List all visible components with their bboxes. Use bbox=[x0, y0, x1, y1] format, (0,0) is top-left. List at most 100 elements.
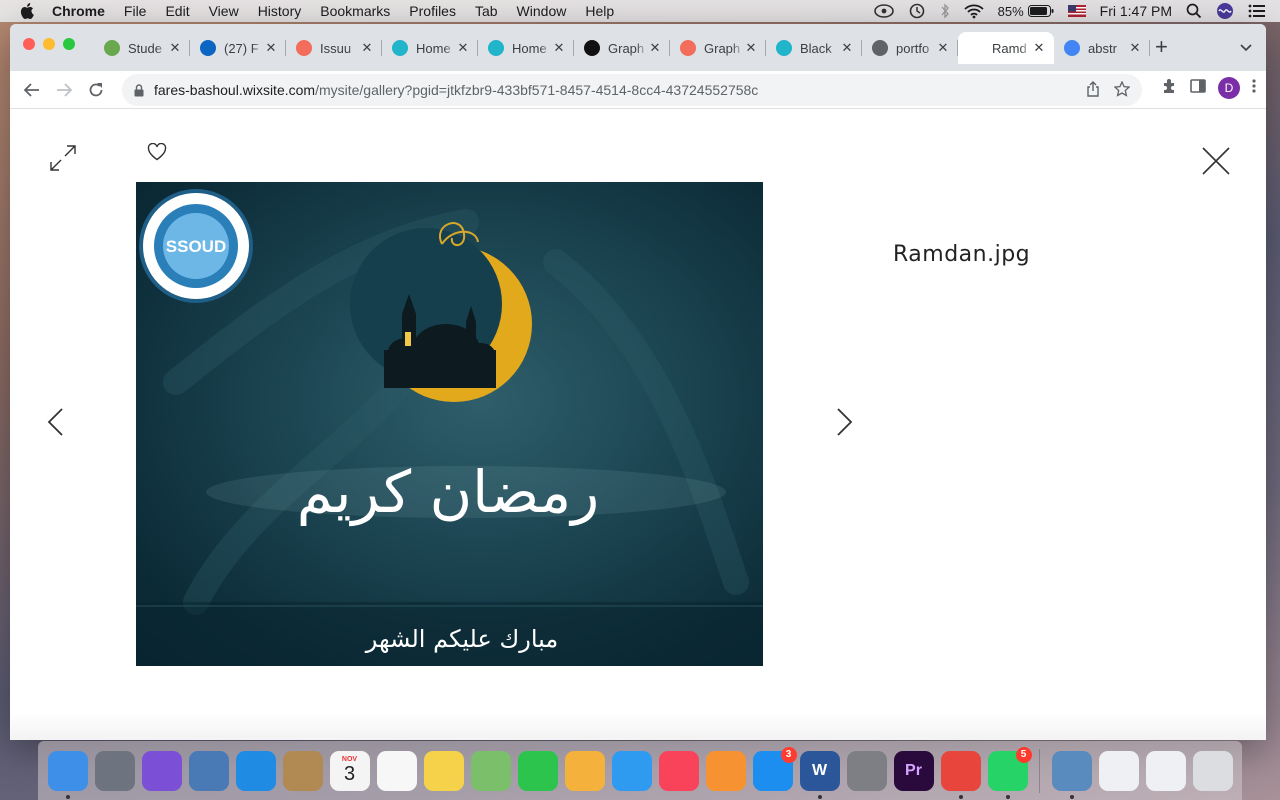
menu-file[interactable]: File bbox=[124, 3, 147, 19]
creative-cloud-icon[interactable] bbox=[873, 4, 894, 18]
facetime-icon[interactable] bbox=[517, 750, 558, 791]
input-source-flag-icon[interactable] bbox=[1067, 5, 1086, 17]
time-machine-icon[interactable] bbox=[908, 3, 926, 19]
premiere-icon[interactable]: Pr bbox=[893, 750, 934, 791]
tab-0[interactable]: Stude ✕ bbox=[94, 32, 190, 64]
menu-tab[interactable]: Tab bbox=[475, 3, 498, 19]
word-label: W bbox=[811, 761, 828, 779]
tab-2[interactable]: Issuu ✕ bbox=[286, 32, 382, 64]
reminders-icon[interactable] bbox=[376, 750, 417, 791]
arabic-greeting: رمضان كريم bbox=[297, 458, 599, 527]
trash-icon[interactable] bbox=[1192, 750, 1233, 791]
messages-icon[interactable] bbox=[611, 750, 652, 791]
tab-close-icon[interactable]: ✕ bbox=[168, 40, 182, 56]
photos-icon[interactable] bbox=[564, 750, 605, 791]
reload-button[interactable] bbox=[80, 74, 112, 106]
tab-close-icon[interactable]: ✕ bbox=[552, 40, 566, 56]
tab-search-chevron-icon[interactable] bbox=[1240, 39, 1252, 57]
tab-5[interactable]: Graph ✕ bbox=[574, 32, 670, 64]
calendar-icon[interactable]: NOV 3 bbox=[329, 750, 370, 791]
bluetooth-icon[interactable] bbox=[940, 3, 950, 19]
window-maximize-button[interactable] bbox=[63, 38, 75, 50]
like-heart-icon[interactable] bbox=[147, 142, 167, 166]
tab-7[interactable]: Black ✕ bbox=[766, 32, 862, 64]
svg-text:SSOUD: SSOUD bbox=[166, 237, 226, 256]
close-lightbox-icon[interactable] bbox=[1202, 147, 1230, 180]
finder-icon[interactable] bbox=[47, 750, 88, 799]
system-preferences-icon[interactable] bbox=[846, 750, 887, 791]
spotlight-icon[interactable] bbox=[1186, 3, 1202, 19]
launchpad-icon[interactable] bbox=[94, 750, 135, 791]
tab-close-icon[interactable]: ✕ bbox=[840, 40, 854, 56]
battery-icon[interactable] bbox=[1027, 5, 1054, 17]
tab-close-icon[interactable]: ✕ bbox=[936, 40, 950, 56]
downloads-stack-icon[interactable] bbox=[1098, 750, 1139, 791]
siri-icon[interactable] bbox=[141, 750, 182, 791]
preview-icon[interactable] bbox=[188, 750, 229, 791]
apple-menu-icon[interactable] bbox=[20, 3, 34, 19]
whatsapp-badge: 5 bbox=[1015, 746, 1032, 763]
tab-8[interactable]: portfo ✕ bbox=[862, 32, 958, 64]
tab-close-icon[interactable]: ✕ bbox=[264, 40, 278, 56]
siri-icon[interactable] bbox=[1216, 2, 1234, 20]
tab-title: Black bbox=[800, 40, 832, 56]
address-bar[interactable]: fares-bashoul.wixsite.com/mysite/gallery… bbox=[122, 74, 1142, 106]
tab-close-icon[interactable]: ✕ bbox=[1032, 40, 1046, 56]
notification-center-icon[interactable] bbox=[1248, 4, 1266, 18]
menu-bookmarks[interactable]: Bookmarks bbox=[320, 3, 390, 19]
profile-avatar[interactable]: D bbox=[1218, 77, 1240, 99]
tab-close-icon[interactable]: ✕ bbox=[1128, 40, 1142, 56]
lock-icon[interactable] bbox=[134, 83, 144, 97]
tab-close-icon[interactable]: ✕ bbox=[744, 40, 758, 56]
gallery-image[interactable]: رمضان كريم مبارك عليكم الشهر SSOUD bbox=[136, 182, 763, 666]
menu-window[interactable]: Window bbox=[517, 3, 567, 19]
tab-close-icon[interactable]: ✕ bbox=[360, 40, 374, 56]
books-icon[interactable] bbox=[705, 750, 746, 791]
notes-icon[interactable] bbox=[423, 750, 464, 791]
running-indicator bbox=[1069, 794, 1074, 799]
menu-app-name[interactable]: Chrome bbox=[52, 3, 105, 19]
word-icon[interactable]: W bbox=[799, 750, 840, 799]
forward-button[interactable] bbox=[48, 74, 80, 106]
chrome-menu-icon[interactable] bbox=[1252, 78, 1256, 99]
next-image-arrow-icon[interactable] bbox=[836, 407, 854, 442]
menu-view[interactable]: View bbox=[209, 3, 239, 19]
share-icon[interactable] bbox=[1086, 80, 1100, 100]
tab-10[interactable]: abstr ✕ bbox=[1054, 32, 1150, 64]
menu-help[interactable]: Help bbox=[585, 3, 614, 19]
tab-close-icon[interactable]: ✕ bbox=[456, 40, 470, 56]
macos-dock: NOV 3 3 W Pr 5 bbox=[38, 741, 1242, 800]
tab-close-icon[interactable]: ✕ bbox=[648, 40, 662, 56]
menu-history[interactable]: History bbox=[258, 3, 302, 19]
tab-4[interactable]: Home ✕ bbox=[478, 32, 574, 64]
menu-edit[interactable]: Edit bbox=[165, 3, 189, 19]
music-icon[interactable] bbox=[658, 750, 699, 791]
menu-profiles[interactable]: Profiles bbox=[409, 3, 456, 19]
window-minimize-button[interactable] bbox=[43, 38, 55, 50]
tab-9[interactable]: Ramd ✕ bbox=[958, 32, 1054, 64]
documents-stack-icon[interactable] bbox=[1145, 750, 1186, 791]
extensions-puzzle-icon[interactable] bbox=[1162, 78, 1178, 99]
tab-title: Home bbox=[512, 40, 547, 56]
maps-icon[interactable] bbox=[470, 750, 511, 791]
preview-photos-icon[interactable] bbox=[1051, 750, 1092, 799]
previous-image-arrow-icon[interactable] bbox=[46, 407, 64, 442]
wifi-icon[interactable] bbox=[963, 4, 984, 19]
window-close-button[interactable] bbox=[23, 38, 35, 50]
tab-1[interactable]: (27) F ✕ bbox=[190, 32, 286, 64]
bookmark-star-icon[interactable] bbox=[1113, 79, 1131, 100]
tab-title: Issuu bbox=[320, 40, 352, 56]
side-panel-icon[interactable] bbox=[1190, 78, 1206, 99]
fullscreen-expand-icon[interactable] bbox=[48, 143, 78, 178]
running-indicator bbox=[65, 794, 70, 799]
chrome-icon[interactable] bbox=[940, 750, 981, 799]
new-tab-button[interactable]: + bbox=[1155, 36, 1168, 58]
tab-3[interactable]: Home ✕ bbox=[382, 32, 478, 64]
tab-6[interactable]: Graph ✕ bbox=[670, 32, 766, 64]
menubar-clock[interactable]: Fri 1:47 PM bbox=[1100, 3, 1172, 19]
safari-icon[interactable] bbox=[235, 750, 276, 791]
whatsapp-icon[interactable]: 5 bbox=[987, 746, 1032, 799]
contacts-icon[interactable] bbox=[282, 750, 323, 791]
appstore-icon[interactable]: 3 bbox=[752, 746, 797, 791]
back-button[interactable] bbox=[16, 74, 48, 106]
